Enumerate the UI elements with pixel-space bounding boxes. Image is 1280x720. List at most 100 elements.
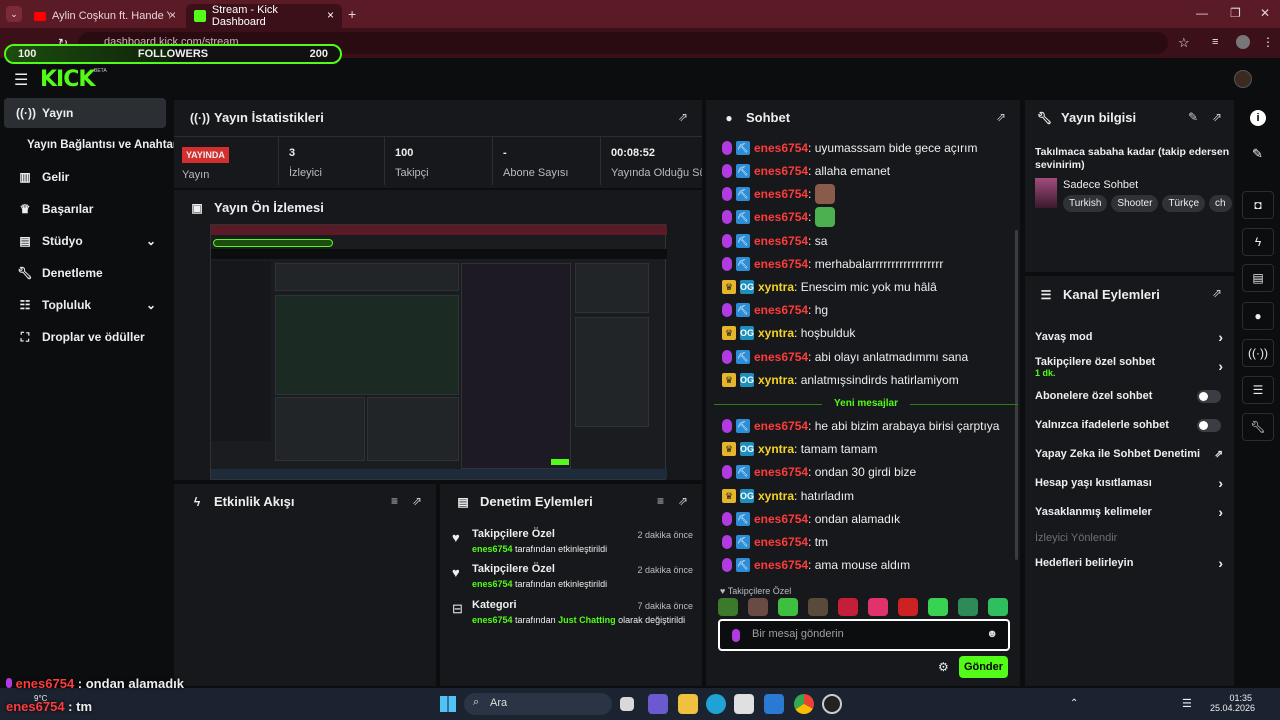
stream-preview-video[interactable] (210, 224, 667, 480)
new-tab-button[interactable]: + (348, 6, 356, 22)
emote-picker-item[interactable] (748, 598, 768, 616)
sidebar-item-denetleme[interactable]: 🔧︎ Denetleme (4, 258, 166, 288)
popout-icon[interactable]: ⇗ (1212, 286, 1222, 300)
close-tab-icon[interactable]: × (327, 8, 334, 22)
chat-settings-icon[interactable]: ⚙ (938, 660, 949, 674)
chat-username[interactable]: enes6754 (754, 303, 808, 317)
chat-username[interactable]: enes6754 (754, 558, 808, 572)
rail-bolt-button[interactable]: ϟ (1242, 228, 1274, 256)
chat-username[interactable]: xyntra (758, 489, 794, 503)
pencil-icon[interactable]: ✎ (1252, 146, 1263, 162)
user-avatar[interactable] (1234, 70, 1252, 88)
chat-username[interactable]: enes6754 (754, 512, 808, 526)
restore-icon[interactable]: ❐ (1230, 6, 1241, 20)
chat-username[interactable]: enes6754 (754, 419, 808, 433)
store-icon[interactable] (734, 694, 754, 714)
emote-picker-item[interactable] (808, 598, 828, 616)
entry-user[interactable]: enes6754 (472, 615, 513, 625)
popout-icon[interactable]: ⇗ (678, 494, 688, 508)
browser-tab-music[interactable]: Aylin Coşkun ft. Hande Yener - Ka × (26, 4, 184, 28)
sidebar-item-droplar[interactable]: ⛶ Droplar ve ödüller (4, 322, 166, 352)
emote-picker-item[interactable] (958, 598, 978, 616)
filter-icon[interactable]: ≡ (391, 494, 398, 508)
hamburger-menu-icon[interactable]: ☰ (14, 70, 28, 90)
popout-icon[interactable]: ⇗ (996, 110, 1006, 124)
tray-chevron-icon[interactable]: ⌃ (1070, 698, 1078, 709)
chat-username[interactable]: xyntra (758, 442, 794, 456)
taskview-icon[interactable] (620, 697, 634, 711)
start-icon[interactable] (440, 696, 456, 712)
rail-wrench-button[interactable]: 🔧︎ (1242, 413, 1274, 441)
sidebar-item-studyo[interactable]: ▤ Stüdyo ⌄ (4, 226, 166, 256)
entry-category[interactable]: Just Chatting (558, 615, 616, 625)
chat-username[interactable]: enes6754 (754, 234, 808, 248)
sidebar-item-gelir[interactable]: ▥ Gelir (4, 162, 166, 192)
mail-icon[interactable] (764, 694, 784, 714)
minimize-icon[interactable]: — (1196, 6, 1208, 20)
chat-username[interactable]: xyntra (758, 326, 794, 340)
emote-chat-row[interactable]: Yalnızca ifadelerle sohbet (1035, 418, 1225, 432)
emote-picker-item[interactable] (898, 598, 918, 616)
send-button[interactable]: Gönder (959, 656, 1008, 678)
chat-username[interactable]: enes6754 (754, 350, 808, 364)
followers-chat-row[interactable]: Takipçilere özel sohbet 1 dk. › (1035, 356, 1225, 378)
clock[interactable]: 01:35 25.04.2026 (1210, 693, 1255, 713)
info-icon[interactable]: i (1250, 110, 1266, 126)
browser-tab-kick[interactable]: Stream - Kick Dashboard × (186, 4, 342, 28)
ai-moderation-row[interactable]: Yapay Zeka ile Sohbet Denetimi ⇗ (1035, 448, 1225, 460)
edit-icon[interactable]: ✎ (1188, 110, 1198, 124)
sidebar-item-yayin[interactable]: ((·)) Yayın (4, 98, 166, 128)
media-icon[interactable]: ≡ (1212, 36, 1218, 48)
chat-username[interactable]: enes6754 (754, 465, 808, 479)
chat-username[interactable]: enes6754 (754, 210, 808, 224)
emote-picker-item[interactable] (928, 598, 948, 616)
emote-picker-item[interactable] (838, 598, 858, 616)
taskbar-search[interactable]: ⌕ Ara (464, 693, 612, 715)
tab-search-button[interactable]: ⌄ (6, 6, 22, 22)
kick-logo[interactable]: KICK (40, 67, 95, 92)
tag[interactable]: ch (1209, 195, 1232, 212)
bookmark-star-icon[interactable]: ☆ (1178, 35, 1190, 51)
entry-user[interactable]: enes6754 (472, 544, 513, 554)
popout-icon[interactable]: ⇗ (678, 110, 688, 124)
goals-row[interactable]: Hedefleri belirleyin › (1035, 555, 1225, 571)
chat-scrollbar[interactable] (1015, 230, 1018, 560)
emote-picker-item[interactable] (988, 598, 1008, 616)
wifi-icon[interactable]: ☰ (1182, 697, 1192, 710)
rail-clipboard-button[interactable]: ▤ (1242, 264, 1274, 292)
chat-username[interactable]: xyntra (758, 280, 794, 294)
tag[interactable]: Türkçe (1162, 195, 1206, 212)
chat-username[interactable]: enes6754 (754, 164, 808, 178)
rail-broadcast-button[interactable]: ((·)) (1242, 339, 1274, 367)
close-tab-icon[interactable]: × (169, 8, 176, 22)
chrome-icon[interactable] (794, 694, 814, 714)
tag[interactable]: Shooter (1111, 195, 1159, 212)
emoji-icon[interactable]: ☻ (986, 628, 998, 640)
explorer-icon[interactable] (678, 694, 698, 714)
edge-icon[interactable] (706, 694, 726, 714)
emote-picker-item[interactable] (718, 598, 738, 616)
rail-actions-button[interactable]: ☰ (1242, 376, 1274, 404)
popout-icon[interactable]: ⇗ (412, 494, 422, 508)
entry-user[interactable]: enes6754 (472, 579, 513, 589)
chat-username[interactable]: enes6754 (754, 187, 808, 201)
chat-username[interactable]: enes6754 (754, 257, 808, 271)
chat-username[interactable]: enes6754 (754, 535, 808, 549)
emote-picker-item[interactable] (868, 598, 888, 616)
chat-input[interactable]: Bir mesaj gönderin ☻ (718, 619, 1010, 651)
filter-icon[interactable]: ≡ (657, 494, 664, 508)
teams-icon[interactable] (648, 694, 668, 714)
category-name[interactable]: Sadece Sohbet (1063, 179, 1138, 191)
slow-mode-row[interactable]: Yavaş mod › (1035, 329, 1225, 345)
sidebar-item-basarilar[interactable]: ♛ Başarılar (4, 194, 166, 224)
chat-username[interactable]: xyntra (758, 373, 794, 387)
browser-menu-icon[interactable]: ⋮ (1262, 35, 1274, 49)
close-window-icon[interactable]: ✕ (1260, 6, 1270, 20)
obs-icon[interactable] (822, 694, 842, 714)
sidebar-item-topluluk[interactable]: ☷ Topluluk ⌄ (4, 290, 166, 320)
subs-chat-toggle[interactable] (1197, 389, 1221, 403)
chat-username[interactable]: enes6754 (754, 141, 808, 155)
subs-chat-row[interactable]: Abonelere özel sohbet (1035, 389, 1225, 403)
rail-camera-button[interactable]: ◘ (1242, 191, 1274, 219)
profile-avatar[interactable] (1236, 35, 1250, 49)
